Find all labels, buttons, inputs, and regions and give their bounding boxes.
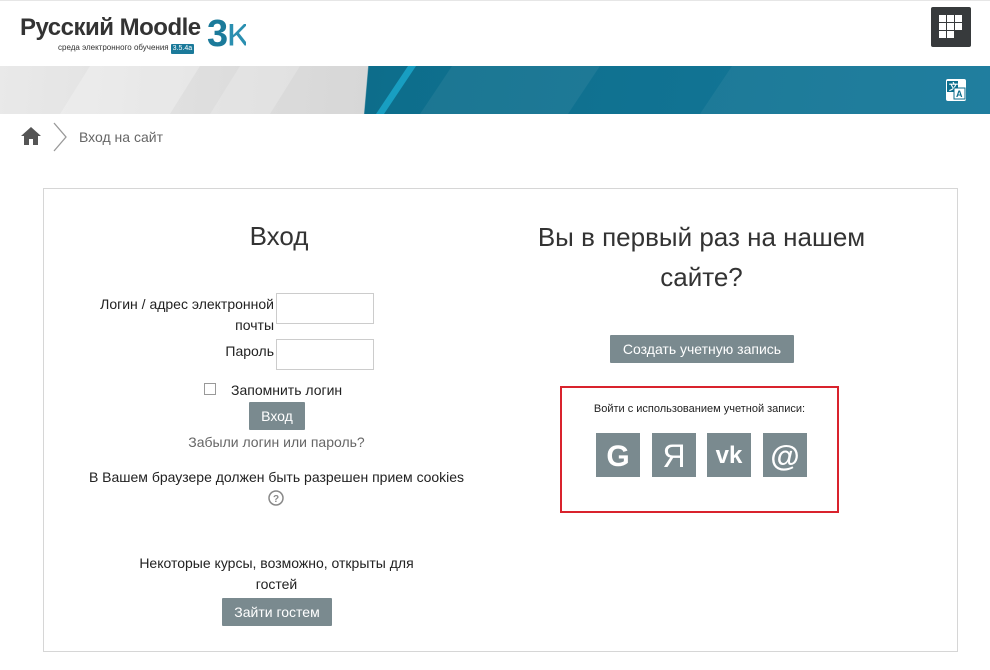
oauth-label: Войти с использованием учетной записи: — [593, 403, 806, 415]
svg-text:@: @ — [770, 440, 799, 473]
svg-text:3: 3 — [207, 13, 228, 51]
breadcrumb: Вход на сайт — [20, 122, 420, 152]
google-icon: G — [606, 440, 629, 473]
svg-text:?: ? — [273, 494, 279, 505]
login-button[interactable]: Вход — [249, 402, 305, 430]
banner-stripes — [60, 66, 990, 114]
signup-title: Вы в первый раз на нашем сайте? — [537, 222, 866, 292]
help-icon[interactable]: ? — [268, 490, 284, 506]
vk-icon: vk — [716, 442, 743, 469]
site-header: Русский Moodle среда электронного обучен… — [0, 0, 990, 66]
logo-text: Русский Moodle — [20, 14, 201, 41]
remember-checkbox[interactable] — [204, 383, 216, 395]
create-account-button[interactable]: Создать учетную запись — [610, 335, 794, 363]
language-button[interactable]: 文 A — [946, 79, 966, 101]
translate-icon: 文 A — [947, 81, 966, 100]
vk-login-button[interactable]: vk — [707, 433, 751, 477]
svg-text:Я: Я — [662, 438, 685, 474]
remember-label[interactable]: Запомнить логин — [231, 382, 342, 398]
mail-at-icon: @ — [770, 440, 799, 473]
yandex-icon: Я — [662, 438, 685, 474]
svg-text:vk: vk — [716, 442, 743, 469]
guest-login-button[interactable]: Зайти гостем — [222, 598, 332, 626]
username-label: Логин / адрес электронной почты — [100, 296, 274, 333]
logo-version: 3.5.4a — [170, 44, 195, 54]
guest-notice: Некоторые курсы, возможно, открыты для г… — [139, 555, 414, 592]
breadcrumb-separator-icon — [53, 122, 67, 152]
home-icon[interactable] — [20, 126, 42, 146]
login-panel: Вход Логин / адрес электронной почты Пар… — [43, 188, 958, 652]
logo-subtitle-text: среда электронного обучения — [58, 43, 169, 52]
site-logo[interactable]: Русский Moodle среда электронного обучен… — [20, 13, 250, 54]
yandex-login-button[interactable]: Я — [652, 433, 696, 477]
svg-text:A: A — [956, 89, 963, 99]
mail-login-button[interactable]: @ — [763, 433, 807, 477]
breadcrumb-current: Вход на сайт — [79, 129, 163, 145]
forgot-password-link[interactable]: Забыли логин или пароль? — [144, 434, 409, 450]
username-input[interactable] — [276, 293, 374, 324]
google-login-button[interactable]: G — [596, 433, 640, 477]
logo-3k-mark: 3 K — [206, 13, 246, 51]
apps-grid-button[interactable] — [931, 7, 971, 47]
svg-text:G: G — [606, 440, 629, 473]
remember-username[interactable]: Запомнить логин — [204, 382, 394, 400]
password-input[interactable] — [276, 339, 374, 370]
oauth-login-box: Войти с использованием учетной записи: G… — [560, 386, 839, 513]
cookies-notice: В Вашем браузере должен быть разрешен пр… — [88, 469, 465, 485]
password-label: Пароль — [225, 343, 274, 359]
svg-text:K: K — [227, 17, 246, 51]
header-banner — [0, 66, 990, 114]
logo-subtitle: среда электронного обучения 3.5.4a — [58, 43, 195, 54]
login-title: Вход — [249, 221, 309, 251]
